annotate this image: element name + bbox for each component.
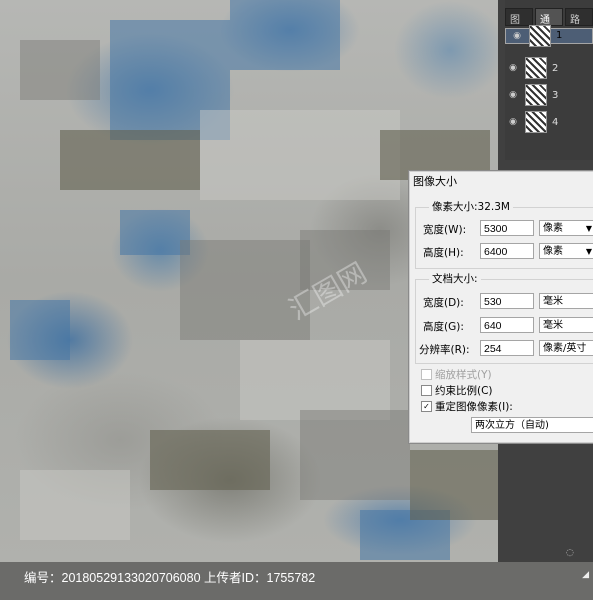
resample-method-select[interactable]: 两次立方（自动)	[471, 417, 593, 433]
constrain-proportions-label: 约束比例(C)	[435, 385, 493, 397]
doc-height-label: 高度(G):	[423, 321, 464, 333]
layer-row[interactable]: ◉ 4	[505, 109, 593, 135]
height-unit-value: 像素	[543, 246, 563, 257]
texture-patch	[150, 430, 270, 490]
resolution-label: 分辨率(R):	[419, 344, 470, 356]
height-field[interactable]: 6400	[480, 243, 534, 259]
width-unit-value: 像素	[543, 223, 563, 234]
eye-icon[interactable]: ◉	[505, 63, 521, 73]
doc-width-field[interactable]: 530	[480, 293, 534, 309]
doc-height-unit-value: 毫米	[543, 320, 563, 331]
texture-patch	[60, 130, 200, 190]
tab-channels[interactable]: 通道	[535, 8, 563, 41]
layer-name: 2	[552, 62, 559, 74]
constrain-proportions-checkbox[interactable]	[421, 385, 432, 396]
resample-label: 重定图像像素(I):	[435, 401, 513, 413]
texture-patch	[10, 300, 70, 360]
doc-width-label: 宽度(D):	[423, 297, 464, 309]
panel-tabs: 图层 通道 路径	[505, 8, 593, 41]
scale-styles-checkbox[interactable]	[421, 369, 432, 380]
caption-text: 编号：20180529133020706080 上传者ID：1755782	[24, 571, 316, 585]
tab-paths[interactable]: 路径	[565, 8, 593, 41]
layer-thumbnail	[529, 25, 551, 47]
resolution-field[interactable]: 254	[480, 340, 534, 356]
width-label: 宽度(W):	[423, 224, 467, 236]
layer-row[interactable]: ◉ 2	[505, 55, 593, 81]
texture-patch	[300, 410, 410, 500]
doc-width-unit-select[interactable]: 毫米	[539, 293, 593, 309]
doc-width-unit-value: 毫米	[543, 296, 563, 307]
texture-patch	[230, 0, 340, 70]
texture-patch	[200, 110, 400, 200]
resolution-unit-select[interactable]: 像素/英寸	[539, 340, 593, 356]
resolution-unit-value: 像素/英寸	[543, 343, 587, 354]
loading-icon: ◌	[566, 548, 574, 558]
eye-icon[interactable]: ◉	[509, 28, 525, 44]
doc-height-unit-select[interactable]: 毫米	[539, 317, 593, 333]
layer-row[interactable]: ◉ 3	[505, 82, 593, 108]
layer-row[interactable]: ◉ 1	[505, 25, 593, 47]
width-unit-select[interactable]: 像素 ▼	[539, 220, 593, 236]
texture-patch	[410, 450, 498, 520]
texture-patch	[20, 470, 130, 540]
height-unit-select[interactable]: 像素 ▼	[539, 243, 593, 259]
layer-thumbnail	[525, 57, 547, 79]
doc-height-field[interactable]: 640	[480, 317, 534, 333]
height-label: 高度(H):	[423, 247, 464, 259]
layers-panel: 图层 通道 路径 ◉ 1 ◉ 2 ◉ 3 ◉ 4	[505, 0, 593, 160]
chevron-down-icon: ▼	[585, 247, 592, 256]
layer-name: 4	[552, 116, 559, 128]
texture-patch	[240, 340, 390, 420]
pixel-dimensions-label: 像素大小:32.3M	[429, 199, 513, 214]
resample-method-value: 两次立方（自动)	[475, 420, 549, 431]
document-size-label: 文档大小:	[429, 271, 481, 286]
resample-checkbox[interactable]: ✓	[421, 401, 432, 412]
texture-patch	[20, 40, 100, 100]
chevron-down-icon: ▼	[585, 224, 592, 233]
layer-thumbnail	[525, 84, 547, 106]
scale-styles-label: 缩放样式(Y)	[435, 369, 492, 381]
width-field[interactable]: 5300	[480, 220, 534, 236]
layer-name: 1	[556, 30, 563, 41]
dialog-title: 图像大小	[413, 175, 457, 188]
image-size-dialog: 图像大小 像素大小:32.3M 宽度(W): 5300 像素 ▼ 高度(H): 6…	[408, 170, 593, 444]
panel-resize-icon[interactable]: ◢	[582, 570, 589, 580]
layer-thumbnail	[525, 111, 547, 133]
eye-icon[interactable]: ◉	[505, 117, 521, 127]
layer-name: 3	[552, 89, 559, 101]
tab-layers[interactable]: 图层	[505, 8, 533, 41]
eye-icon[interactable]: ◉	[505, 90, 521, 100]
